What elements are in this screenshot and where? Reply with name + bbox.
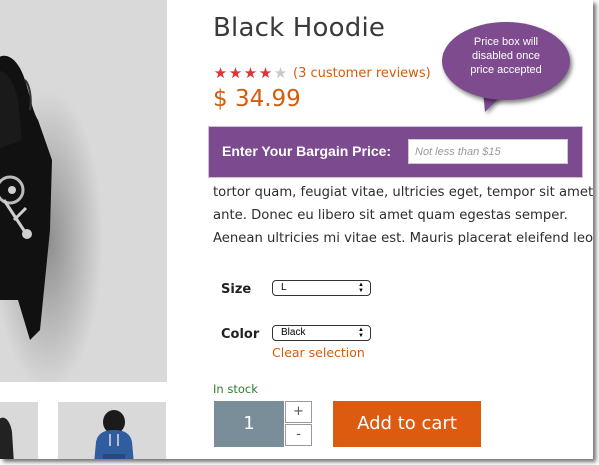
add-to-cart-button[interactable]: Add to cart (333, 401, 481, 447)
select-arrows-icon: ▲ ▼ (358, 282, 364, 294)
callout-text: Price box will disabled once price accep… (452, 35, 560, 77)
clear-selection-link[interactable]: Clear selection (272, 345, 365, 360)
select-arrows-icon: ▲ ▼ (358, 327, 364, 339)
color-select-value: Black (281, 327, 306, 338)
stock-status: In stock (213, 382, 258, 396)
quantity-increase-button[interactable]: + (285, 401, 312, 423)
color-select[interactable]: Black ▲ ▼ (272, 325, 371, 341)
callout-line: disabled once (472, 50, 540, 62)
size-label: Size (221, 282, 252, 297)
hoodie-thumbnail-icon (0, 417, 14, 459)
product-thumbnail-1[interactable] (0, 402, 38, 459)
bargain-price-bar: Enter Your Bargain Price: (209, 127, 582, 177)
product-thumbnail-2[interactable] (58, 402, 166, 459)
bargain-price-input[interactable] (408, 139, 568, 164)
quantity-input[interactable]: 1 (214, 401, 284, 447)
star-rating: ★ ★ ★ ★ ★ (213, 63, 288, 82)
product-price: $ 34.99 (213, 86, 301, 112)
product-page: Black Hoodie ★ ★ ★ ★ ★ (3 customer revie… (0, 0, 593, 459)
blue-hoodie-thumbnail-icon (94, 410, 134, 459)
description-line: ante. Donec eu libero sit amet quam eges… (213, 208, 568, 223)
product-description: tortor quam, feugiat vitae, ultricies eg… (213, 181, 593, 250)
callout-line: Price box will (473, 36, 539, 48)
size-select[interactable]: L ▲ ▼ (272, 280, 371, 296)
product-main-image[interactable] (0, 0, 167, 382)
callout-line: price accepted (470, 64, 542, 76)
star-filled-icon: ★ (258, 63, 273, 82)
star-empty-icon: ★ (273, 63, 288, 82)
star-filled-icon: ★ (228, 63, 243, 82)
description-line: tortor quam, feugiat vitae, ultricies eg… (213, 185, 593, 200)
quantity-decrease-button[interactable]: - (285, 424, 312, 446)
product-title: Black Hoodie (213, 13, 386, 43)
description-line: Aenean ultricies mi vitae est. Mauris pl… (213, 231, 593, 246)
color-label: Color (221, 327, 260, 342)
star-filled-icon: ★ (243, 63, 258, 82)
hoodie-image-icon (0, 55, 103, 382)
size-select-value: L (281, 282, 287, 293)
star-filled-icon: ★ (213, 63, 228, 82)
product-rating: ★ ★ ★ ★ ★ (3 customer reviews) (213, 64, 431, 82)
bargain-price-label: Enter Your Bargain Price: (222, 143, 392, 159)
customer-reviews-link[interactable]: (3 customer reviews) (293, 66, 431, 81)
